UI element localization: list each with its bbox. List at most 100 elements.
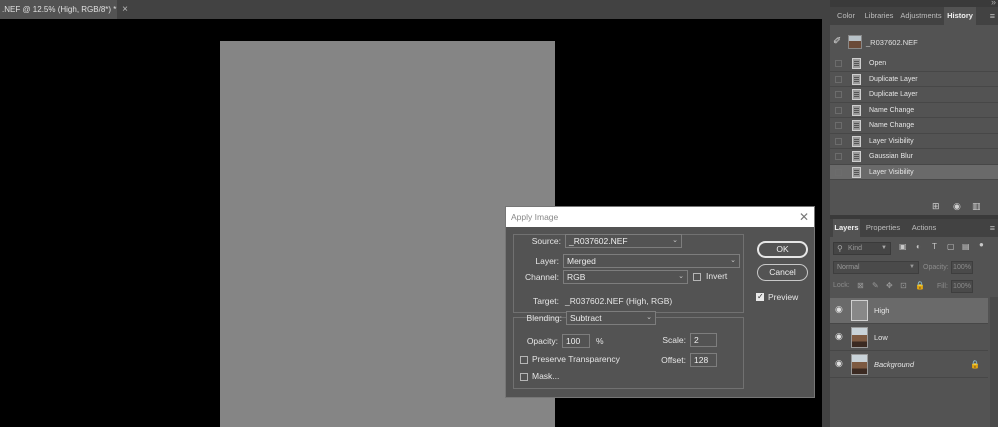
close-tab-icon[interactable]: × [120, 0, 130, 19]
chevron-down-icon: ⌄ [672, 237, 678, 244]
new-document-from-state-icon[interactable]: ⊞ [932, 201, 940, 212]
history-item[interactable]: Layer Visibility [830, 164, 998, 180]
lock-all-icon[interactable]: 🔒 [915, 280, 925, 291]
eye-icon[interactable]: ◉ [835, 304, 843, 315]
history-item[interactable]: Open [830, 56, 998, 72]
history-checkbox[interactable] [835, 60, 842, 67]
history-item[interactable]: Name Change [830, 118, 998, 134]
tab-adjustments[interactable]: Adjustments [898, 7, 944, 25]
blend-mode-select[interactable]: Normal ▼ [833, 261, 919, 274]
cancel-button[interactable]: Cancel [757, 264, 808, 281]
history-state-icon [852, 151, 861, 162]
invert-checkbox[interactable] [693, 273, 701, 281]
lock-image-pixels-icon[interactable]: ✎ [872, 280, 879, 291]
history-checkbox[interactable] [835, 153, 842, 160]
scale-label: Scale: [662, 335, 686, 345]
history-checkbox[interactable] [835, 137, 842, 145]
document-tab[interactable]: .NEF @ 12.5% (High, RGB/8*) * [0, 0, 117, 19]
layer-name[interactable]: Background [874, 352, 914, 378]
chevron-down-icon: ⌄ [678, 273, 684, 280]
layer-thumbnail[interactable] [851, 327, 868, 348]
panel-menu-icon[interactable]: ≡ [990, 7, 995, 25]
fill-label: Fill: [937, 283, 948, 290]
filter-adjustment-icon[interactable]: ◐ [916, 242, 921, 251]
layers-panel: ⚲ Kind ▼ ▣ ◐ T ▢ ▤ ● Normal ▼ Opacity: 1… [830, 237, 998, 427]
history-item[interactable]: Gaussian Blur [830, 149, 998, 165]
offset-field[interactable]: 128 [690, 353, 717, 367]
history-item-label: Duplicate Layer [869, 75, 918, 83]
history-tab-row: Color Libraries Adjustments History ≡ [830, 7, 998, 25]
history-item-label: Name Change [869, 106, 915, 114]
mask-checkbox[interactable] [520, 373, 528, 381]
history-checkbox[interactable] [835, 122, 842, 129]
layer-select[interactable]: Merged ⌄ [563, 254, 740, 268]
blending-select-value: Subtract [570, 313, 602, 323]
eye-icon[interactable]: ◉ [835, 358, 843, 369]
history-snapshot[interactable]: ✐ _R037602.NEF [830, 33, 998, 53]
history-checkbox[interactable] [835, 106, 842, 114]
filter-type-icon[interactable]: T [932, 242, 937, 251]
blending-label: Blending: [526, 313, 562, 323]
channel-label: Channel: [524, 272, 559, 282]
close-icon[interactable]: ✕ [799, 207, 809, 227]
tab-properties[interactable]: Properties [863, 219, 903, 237]
scale-field[interactable]: 2 [690, 333, 717, 347]
source-select[interactable]: _R037602.NEF ⌄ [565, 234, 682, 248]
layer-row[interactable]: ◉ Low [830, 325, 988, 351]
history-item[interactable]: Duplicate Layer [830, 72, 998, 87]
blending-select[interactable]: Subtract ⌄ [566, 311, 656, 325]
filter-smart-object-icon[interactable]: ▤ [962, 242, 970, 251]
layers-panel-menu-icon[interactable]: ≡ [990, 219, 995, 237]
layer-name[interactable]: High [874, 298, 889, 324]
camera-icon[interactable]: ◉ [953, 201, 961, 212]
tab-actions[interactable]: Actions [907, 219, 941, 237]
trash-icon[interactable]: ▥ [972, 201, 981, 212]
history-checkbox[interactable] [835, 75, 842, 83]
lock-transparent-pixels-icon[interactable]: ⊠ [857, 280, 864, 291]
history-item-label: Open [869, 60, 887, 67]
panel-dock-header: » [830, 0, 998, 7]
filter-toggle-icon[interactable]: ● [979, 240, 984, 249]
lock-artboard-icon[interactable]: ⊡ [900, 280, 907, 291]
history-item-label: Layer Visibility [869, 137, 914, 145]
preserve-transparency-checkbox[interactable] [520, 356, 528, 364]
tab-layers[interactable]: Layers [833, 219, 860, 237]
history-item[interactable]: Layer Visibility [830, 134, 998, 149]
history-checkbox[interactable] [835, 168, 842, 176]
layer-name[interactable]: Low [874, 325, 888, 351]
history-item[interactable]: Name Change [830, 103, 998, 118]
fill-field[interactable]: 100% [951, 280, 973, 293]
collapse-panels-icon[interactable]: » [991, 0, 996, 7]
panel-divider[interactable] [822, 0, 830, 427]
history-state-icon [852, 166, 861, 178]
opacity-field[interactable]: 100 [562, 334, 590, 348]
tab-history[interactable]: History [944, 7, 976, 25]
layer-row[interactable]: ◉ Background 🔒 [830, 352, 988, 378]
layers-tab-row: Layers Properties Actions ≡ [830, 219, 998, 237]
preview-checkbox[interactable] [756, 292, 764, 301]
dialog-title-bar[interactable]: Apply Image ✕ [506, 207, 814, 227]
layer-filter-kind[interactable]: ⚲ Kind ▼ [833, 242, 891, 255]
lock-icon[interactable]: 🔒 [970, 360, 980, 369]
offset-label: Offset: [661, 355, 686, 365]
target-value: _R037602.NEF (High, RGB) [565, 296, 673, 306]
tab-libraries[interactable]: Libraries [860, 7, 898, 25]
layer-opacity-field[interactable]: 100% [951, 261, 973, 274]
filter-pixel-icon[interactable]: ▣ [899, 242, 907, 251]
chevron-down-icon: ⌄ [730, 257, 736, 264]
history-checkbox[interactable] [835, 91, 842, 98]
channel-select[interactable]: RGB ⌄ [563, 270, 688, 284]
filter-shape-icon[interactable]: ▢ [947, 242, 955, 251]
layer-thumbnail[interactable] [851, 300, 868, 321]
ok-button[interactable]: OK [757, 241, 808, 258]
history-actions: ⊞ ◉ ▥ [830, 200, 998, 215]
layer-thumbnail[interactable] [851, 354, 868, 375]
history-item[interactable]: Duplicate Layer [830, 87, 998, 103]
lock-position-icon[interactable]: ✥ [886, 280, 893, 291]
tab-color[interactable]: Color [833, 7, 859, 25]
eye-icon[interactable]: ◉ [835, 331, 843, 342]
history-state-icon [852, 73, 861, 85]
layer-row[interactable]: ◉ High [830, 298, 988, 324]
history-brush-icon[interactable]: ✐ [833, 36, 841, 47]
layers-scrollbar[interactable] [990, 297, 998, 427]
